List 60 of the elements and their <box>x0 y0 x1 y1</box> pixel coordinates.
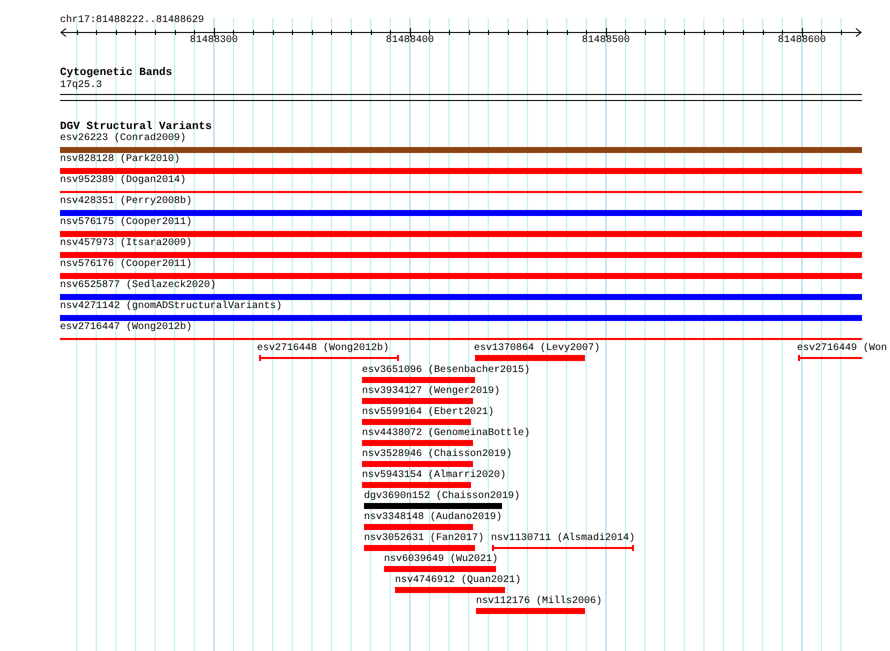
variant-label: esv26223 (Conrad2009) <box>60 133 186 145</box>
variant-label: nsv4746912 (Quan2021) <box>395 575 522 587</box>
variant-label: nsv3348148 (Audano2019) <box>364 512 502 524</box>
variant-line[interactable] <box>60 191 862 193</box>
track-title: Cytogenetic Bands <box>60 67 172 79</box>
variant-label: esv2716447 (Wong2012b) <box>60 322 192 334</box>
variant-label: nsv457973 (Itsara2009) <box>60 238 192 250</box>
variant-bar[interactable] <box>60 315 862 321</box>
variant-label: dgv3690n152 (Chaisson2019) <box>364 491 520 503</box>
variant-bar[interactable] <box>362 482 471 488</box>
variant-label: esv1370864 (Levy2007) <box>474 343 600 355</box>
variant-label: nsv576175 (Cooper2011) <box>60 217 192 229</box>
variant-line[interactable] <box>798 357 862 359</box>
variant-bar[interactable] <box>362 440 473 446</box>
variant-line[interactable] <box>60 338 862 340</box>
band-label: 17q25.3 <box>60 80 102 92</box>
variant-line[interactable] <box>259 357 399 359</box>
variant-bar[interactable] <box>395 587 505 593</box>
variant-bar[interactable] <box>362 419 471 425</box>
variant-bar[interactable] <box>60 231 862 237</box>
variant-label: nsv428351 (Perry2008b) <box>60 196 192 208</box>
variant-bar[interactable] <box>362 377 475 383</box>
variant-label: nsv112176 (Mills2006) <box>476 596 602 608</box>
variant-bar[interactable] <box>364 545 475 551</box>
variant-bar[interactable] <box>60 168 862 174</box>
tick-label: 81488400 <box>384 35 435 47</box>
variant-label: nsv1130711 (Alsmadi2014) <box>491 533 636 545</box>
variant-label: nsv3528946 (Chaisson2019) <box>362 449 512 461</box>
variant-label: nsv576176 (Cooper2011) <box>60 259 192 271</box>
variant-bar[interactable] <box>60 273 862 279</box>
variant-label: esv2716448 (Wong2012b) <box>257 343 390 355</box>
variant-bar[interactable] <box>362 398 473 404</box>
variant-bar[interactable] <box>60 252 862 258</box>
tick-label: 81488600 <box>776 35 827 47</box>
variant-line[interactable] <box>492 547 634 549</box>
variant-label: nsv6039649 (Wu2021) <box>384 554 498 566</box>
tick-label: 81488500 <box>580 35 631 47</box>
variant-label: esv2716449 (Won <box>797 343 888 355</box>
variant-label: nsv4271142 (gnomADStructuralVariants) <box>60 301 282 313</box>
variant-bar[interactable] <box>475 355 585 361</box>
variant-bar[interactable] <box>60 147 862 153</box>
variant-bar[interactable] <box>476 608 585 614</box>
variant-label: nsv3934127 (Wenger2019) <box>362 386 500 398</box>
variant-label: esv3651096 (Besenbacher2015) <box>362 365 530 377</box>
variant-bar[interactable] <box>362 461 473 467</box>
variant-bar[interactable] <box>364 524 473 530</box>
variant-label: nsv4438072 (GenomeinaBottle) <box>362 428 530 440</box>
track-title: DGV Structural Variants <box>60 121 212 133</box>
variant-bar[interactable] <box>60 294 862 300</box>
variant-label: nsv5943154 (Almarri2020) <box>362 470 506 482</box>
variant-bar[interactable] <box>384 566 496 572</box>
variant-label: nsv3052631 (Fan2017) <box>364 533 484 545</box>
variant-label: nsv828128 (Park2010) <box>60 154 180 166</box>
tick-label: 81488300 <box>188 35 239 47</box>
variant-label: nsv952389 (Dogan2014) <box>60 175 186 187</box>
variant-label: nsv6525877 (Sedlazeck2020) <box>60 280 216 292</box>
variant-bar[interactable] <box>60 210 862 216</box>
variant-label: nsv5599164 (Ebert2021) <box>362 407 494 419</box>
variant-bar[interactable] <box>364 503 502 509</box>
location-label: chr17:81488222..81488629 <box>60 15 204 27</box>
